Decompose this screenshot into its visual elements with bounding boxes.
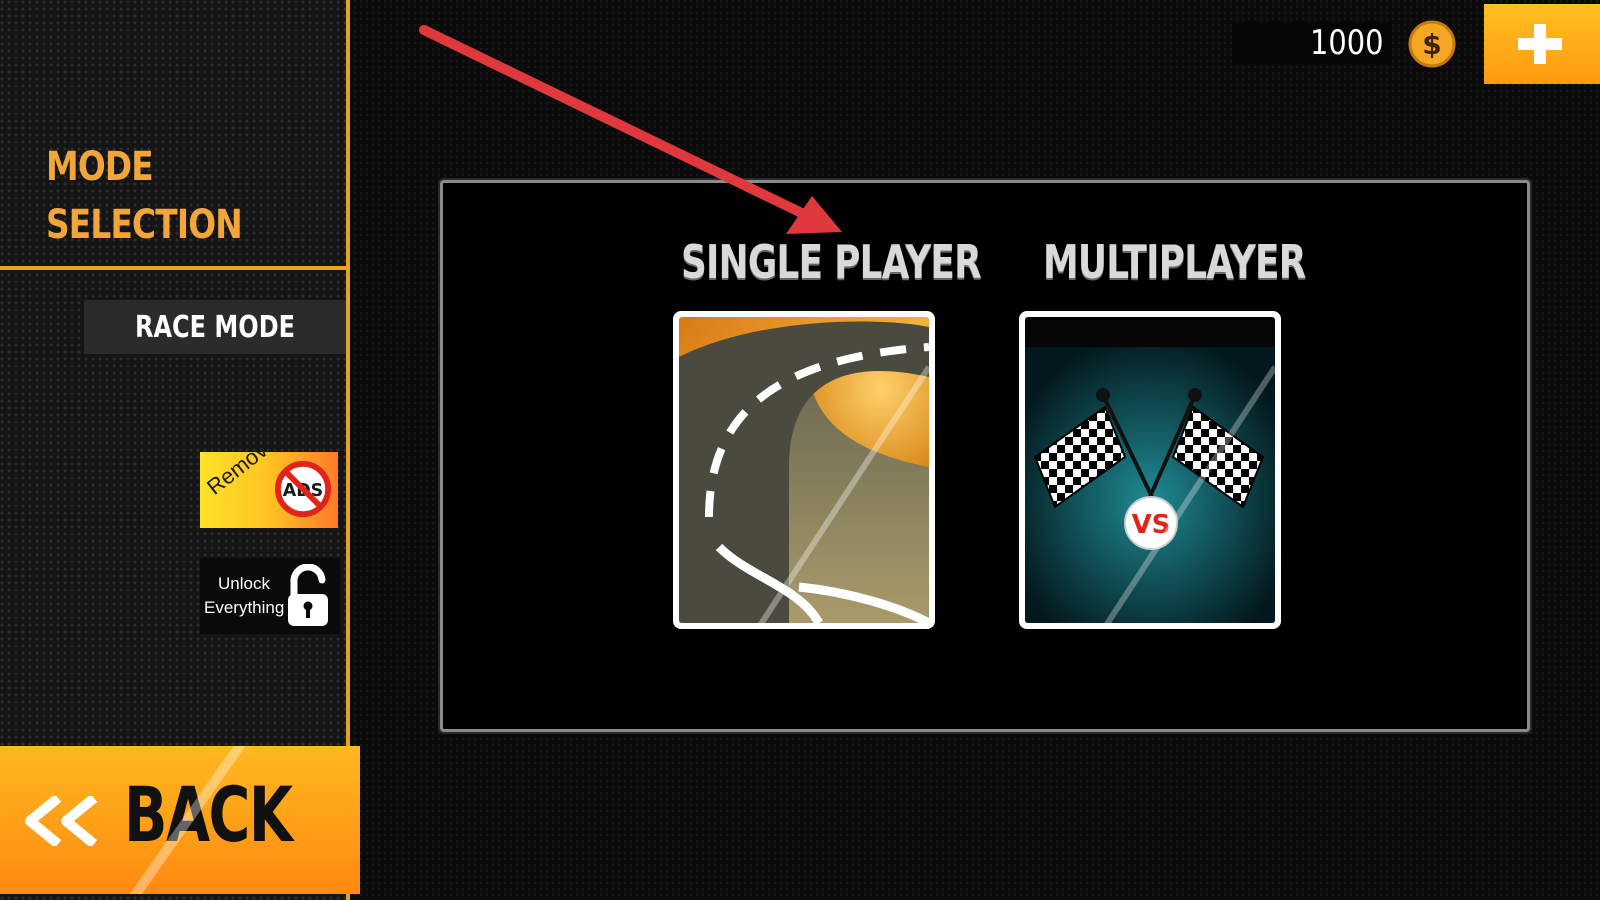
mode-selection-panel: SINGLE PLAYER MULTIPLAYER VS [440, 180, 1530, 732]
multiplayer-card[interactable]: VS [1019, 311, 1281, 629]
coin-symbol: $ [1422, 28, 1441, 61]
page-title-line1: MODE [46, 144, 154, 190]
unlock-icon [288, 564, 328, 626]
unlock-label-line2: Everything [204, 598, 285, 617]
add-coins-button[interactable] [1484, 4, 1600, 84]
unlock-everything-button[interactable]: Unlock Everything [200, 558, 340, 634]
single-player-card[interactable] [673, 311, 935, 629]
remove-ads-button[interactable]: Remove ADS [200, 452, 338, 528]
multiplayer-title: MULTIPLAYER [1043, 235, 1306, 289]
plus-icon [1518, 24, 1562, 64]
coin-balance: 1000 [1232, 22, 1392, 64]
winding-road-image [679, 317, 929, 623]
coin-balance-value: 1000 [1310, 23, 1384, 63]
race-mode-tab[interactable]: RACE MODE [84, 300, 346, 354]
double-chevron-left-icon [25, 796, 98, 846]
page-title-line2: SELECTION [46, 202, 243, 248]
unlock-label-line1: Unlock [218, 574, 270, 593]
no-ads-icon: ADS [274, 460, 332, 518]
race-mode-label: RACE MODE [134, 309, 296, 345]
checkered-flags-vs-image: VS [1025, 317, 1275, 623]
page-title: MODE SELECTION [46, 138, 243, 254]
coin-icon: $ [1408, 20, 1456, 68]
back-button[interactable]: BACK [0, 746, 360, 894]
unlock-label: Unlock Everything [204, 572, 284, 620]
single-player-title: SINGLE PLAYER [681, 235, 982, 289]
remove-ads-label: Remove [202, 452, 282, 500]
title-divider [0, 266, 346, 270]
